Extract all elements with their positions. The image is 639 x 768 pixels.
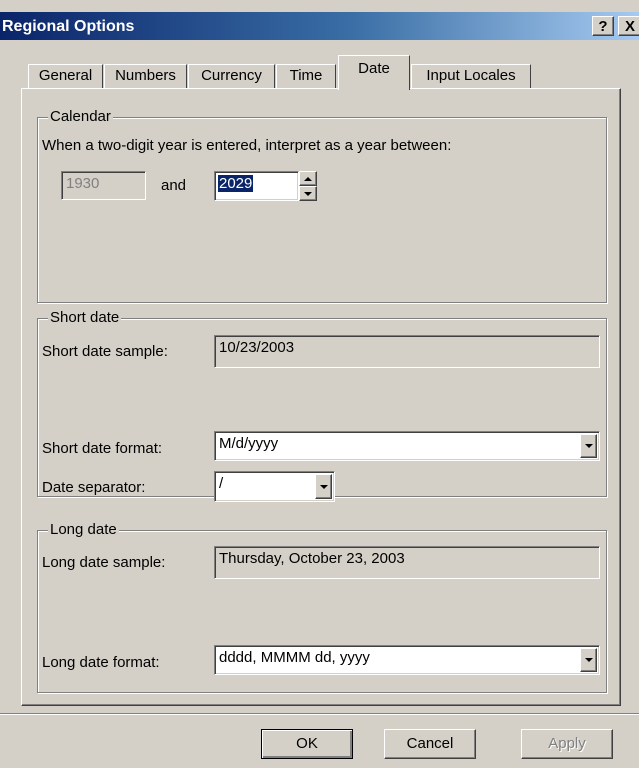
chevron-down-icon[interactable] — [580, 434, 597, 458]
long-date-format-label: Long date format: — [42, 654, 160, 671]
date-separator-value: / — [219, 475, 224, 492]
short-date-sample-value: 10/23/2003 — [219, 339, 295, 356]
short-date-format-dropdown[interactable]: M/d/yyyy — [214, 431, 600, 461]
long-date-format-dropdown[interactable]: dddd, MMMM dd, yyyy — [214, 645, 600, 675]
ok-button[interactable]: OK — [261, 729, 353, 759]
calendar-legend: Calendar — [48, 108, 113, 126]
long-date-sample-field: Thursday, October 23, 2003 — [214, 546, 600, 579]
tab-time[interactable]: Time — [276, 64, 336, 88]
regional-options-dialog: Regional Options ? X General Numbers Cur… — [0, 0, 639, 768]
tab-date[interactable]: Date — [338, 55, 410, 90]
tab-numbers[interactable]: Numbers — [104, 64, 187, 88]
short-date-format-label: Short date format: — [42, 440, 163, 457]
title-bar[interactable]: Regional Options ? X — [0, 12, 639, 40]
date-separator-dropdown[interactable]: / — [214, 471, 335, 502]
cancel-button-label: Cancel — [406, 735, 454, 752]
end-year-input[interactable]: 2029 — [214, 171, 299, 201]
chevron-down-icon[interactable] — [315, 474, 332, 499]
short-date-legend: Short date — [48, 309, 122, 327]
date-tab-panel: Calendar When a two-digit year is entere… — [21, 88, 621, 706]
start-year-field: 1930 — [61, 171, 146, 200]
window-title: Regional Options — [2, 18, 135, 35]
chevron-down-icon[interactable] — [299, 186, 317, 201]
long-date-legend: Long date — [48, 521, 119, 539]
tab-currency[interactable]: Currency — [188, 64, 275, 88]
cancel-button[interactable]: Cancel — [384, 729, 476, 759]
ok-button-label: OK — [296, 735, 318, 752]
apply-button-label: Apply — [548, 735, 586, 752]
calendar-description: When a two-digit year is entered, interp… — [42, 137, 452, 154]
date-separator-label: Date separator: — [42, 479, 146, 496]
tab-input-locales[interactable]: Input Locales — [411, 64, 531, 88]
close-button[interactable]: X — [618, 16, 639, 36]
chevron-up-icon[interactable] — [299, 171, 317, 186]
long-date-sample-value: Thursday, October 23, 2003 — [219, 550, 405, 567]
end-year-value: 2029 — [218, 175, 254, 192]
chevron-down-icon[interactable] — [580, 648, 597, 672]
and-label: and — [161, 177, 187, 194]
year-spinner[interactable] — [299, 171, 317, 201]
footer-separator — [0, 713, 639, 715]
tab-general[interactable]: General — [28, 64, 103, 88]
short-date-format-value: M/d/yyyy — [219, 435, 279, 452]
short-date-sample-field: 10/23/2003 — [214, 335, 600, 368]
short-date-sample-label: Short date sample: — [42, 343, 168, 360]
long-date-format-value: dddd, MMMM dd, yyyy — [219, 649, 370, 666]
help-button[interactable]: ? — [592, 16, 614, 36]
start-year-value: 1930 — [66, 175, 100, 192]
long-date-sample-label: Long date sample: — [42, 554, 166, 571]
apply-button[interactable]: Apply — [521, 729, 613, 759]
